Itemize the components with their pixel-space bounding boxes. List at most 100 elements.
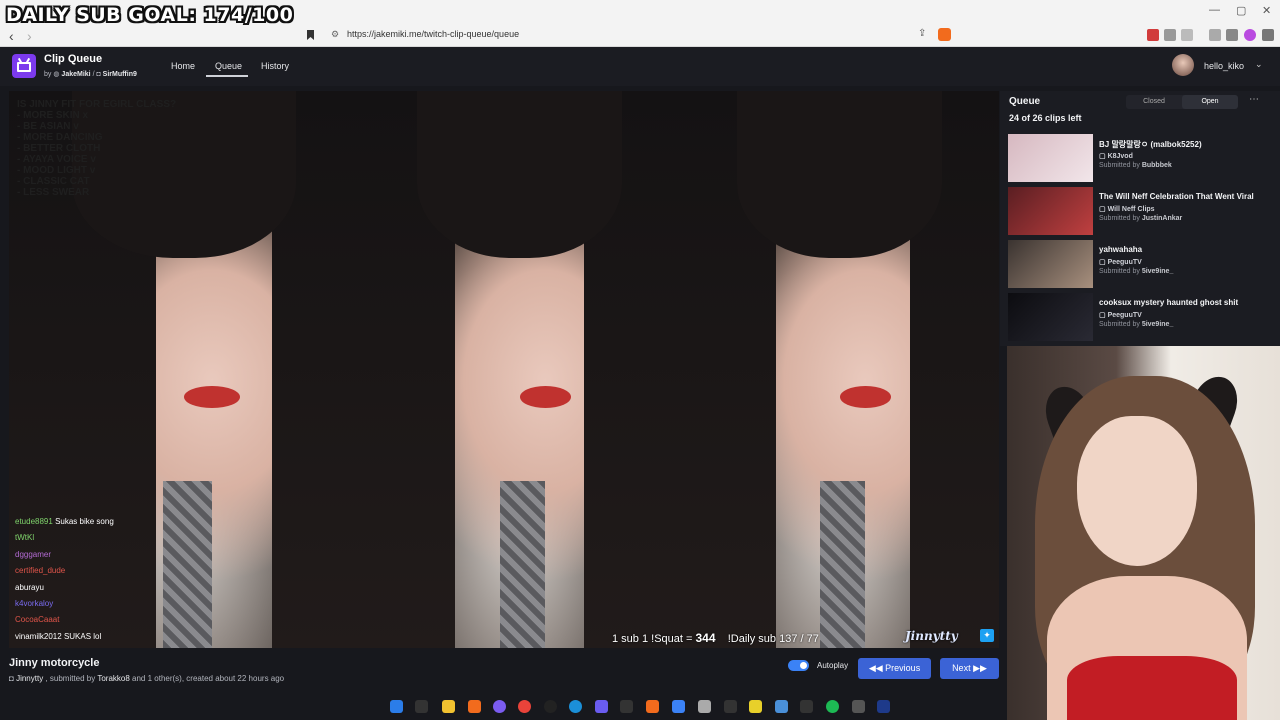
github-icon: ◍ [53,71,60,78]
app-icon[interactable] [852,700,865,713]
browser-chrome: DAILY SUB GOAL: 174/100 — ▢ ✕ ‹ › ⚙ http… [0,0,1280,47]
forward-icon[interactable]: › [27,28,32,44]
next-button[interactable]: Next ▶▶ [940,658,999,679]
puzzle-icon[interactable] [1164,29,1176,41]
clip-submitter: Torakko8 [97,674,130,683]
queue-item-title: BJ 말랑말랑ㅇ (malbok5252) [1099,140,1202,149]
chat-message: dgggamer [15,550,52,559]
queue-item[interactable]: BJ 말랑말랑ㅇ (malbok5252) ▢ K8Jvod Submitted… [1008,134,1273,182]
video-panel-center [359,91,680,648]
autoplay-label: Autoplay [817,661,849,670]
queue-item-channel: ▢ PeeguuTV [1099,259,1142,266]
app-icon[interactable] [749,700,762,713]
share-icon[interactable]: ⇪ [918,28,926,39]
minimize-icon[interactable]: — [1209,4,1220,16]
address-bar[interactable]: ⚙ https://jakemiki.me/twitch-clip-queue/… [300,26,960,44]
music-icon[interactable] [1209,29,1221,41]
webcam-overlay [1007,346,1280,720]
tv-logo-icon[interactable] [12,54,36,78]
queue-item-title: yahwahaha [1099,245,1143,254]
queue-item-submitter: Submitted by 5ive9ine_ [1099,321,1174,328]
queue-item-title: The Will Neff Celebration That Went Vira… [1099,192,1254,201]
video-text-overlay: IS JINNY FIT FOR EGIRL CLASS? - MORE SKI… [17,99,177,198]
clip-channel-link[interactable]: Jinnytty [16,674,43,683]
chat-message: etude8891 Sukas bike song [15,517,114,526]
nav-history[interactable]: History [261,61,289,71]
app-title: Clip Queue [44,53,103,65]
queue-count: 24 of 26 clips left [1009,113,1082,123]
terminal-icon[interactable] [800,700,813,713]
video-player[interactable]: IS JINNY FIT FOR EGIRL CLASS? - MORE SKI… [9,91,999,648]
app-icon[interactable] [672,700,685,713]
address-url[interactable]: https://jakemiki.me/twitch-clip-queue/qu… [347,29,519,39]
rewind-icon: ◀◀ [868,663,883,673]
extension-icon[interactable] [1147,29,1159,41]
wallet-icon[interactable] [1226,29,1238,41]
more-options-icon[interactable]: ⋯ [1249,94,1259,105]
queue-item-submitter: Submitted by JustinAnkar [1099,215,1183,222]
user-name[interactable]: hello_kiko [1204,61,1244,71]
nav-home[interactable]: Home [171,61,195,71]
author-jakemiki-link[interactable]: JakeMiki [61,71,90,78]
author-sirmuffin-link[interactable]: SirMuffin9 [103,71,137,78]
profile-icon[interactable] [1244,29,1256,41]
maximize-icon[interactable]: ▢ [1236,4,1246,17]
queue-item-submitter: Submitted by Bubbbek [1099,162,1172,169]
queue-item[interactable]: cooksux mystery haunted ghost shit ▢ Pee… [1008,293,1273,341]
spotify-icon[interactable] [826,700,839,713]
notepad-icon[interactable] [775,700,788,713]
video-panel-right [680,91,999,648]
chrome-icon[interactable] [518,700,531,713]
queue-item[interactable]: The Will Neff Celebration That Went Vira… [1008,187,1273,235]
previous-button[interactable]: ◀◀ Previous [858,658,931,679]
twitch-icon: ◘ [96,71,101,78]
queue-item-channel: ▢ K8Jvod [1099,153,1133,160]
fast-forward-icon: ▶▶ [973,663,987,673]
video-watermark: Jinnytty [905,629,958,643]
nav-queue[interactable]: Queue [215,61,242,71]
webcam-dress [1067,656,1237,720]
daily-sub-goal-overlay: DAILY SUB GOAL: 174/100 [6,4,294,26]
app-icon[interactable] [620,700,633,713]
author-separator: / [92,71,95,78]
back-icon[interactable]: ‹ [9,28,14,44]
video-stats-overlay: 1 sub 1 !Squat = 344 !Daily sub 137 / 77 [612,631,819,645]
chat-message: k4vorkaloy [15,599,54,608]
queue-item-title: cooksux mystery haunted ghost shit [1099,298,1239,307]
discord-icon[interactable] [493,700,506,713]
terminal-icon[interactable] [724,700,737,713]
brave-shield-icon[interactable] [938,28,951,41]
app-header: Clip Queue by ◍ JakeMiki / ◘ SirMuffin9 … [0,47,1280,86]
brave-icon[interactable] [468,700,481,713]
brave-icon[interactable] [646,700,659,713]
clip-thumbnail [1008,187,1093,235]
autoplay-toggle[interactable] [788,660,809,671]
app-icon[interactable] [595,700,608,713]
menu-icon[interactable] [1262,29,1274,41]
site-settings-icon[interactable]: ⚙ [331,29,339,40]
edge-icon[interactable] [569,700,582,713]
obs-icon[interactable] [544,700,557,713]
avatar[interactable] [1172,54,1194,76]
close-icon[interactable]: ✕ [1262,4,1271,17]
chat-message: CocoaCaaat [15,615,60,624]
queue-title: Queue [1009,96,1041,107]
active-nav-indicator [206,75,248,77]
chat-message: certified_dude [15,566,66,575]
twitter-icon: ✦ [980,629,994,642]
file-explorer-icon[interactable] [442,700,455,713]
app-icon[interactable] [698,700,711,713]
queue-item-channel: ▢ Will Neff Clips [1099,206,1155,213]
queue-item[interactable]: yahwahaha ▢ PeeguuTV Submitted by 5ive9i… [1008,240,1273,288]
taskbar [380,697,900,717]
chevron-down-icon[interactable]: ⌄ [1255,59,1263,70]
queue-open-button[interactable]: Open [1182,95,1238,109]
by-label: by [44,71,52,78]
app-icon[interactable] [877,700,890,713]
clip-thumbnail [1008,293,1093,341]
queue-closed-button[interactable]: Closed [1126,95,1182,109]
sidebar-icon[interactable] [1181,29,1193,41]
clip-thumbnail [1008,134,1093,182]
task-view-icon[interactable] [415,700,428,713]
windows-start-icon[interactable] [390,700,403,713]
